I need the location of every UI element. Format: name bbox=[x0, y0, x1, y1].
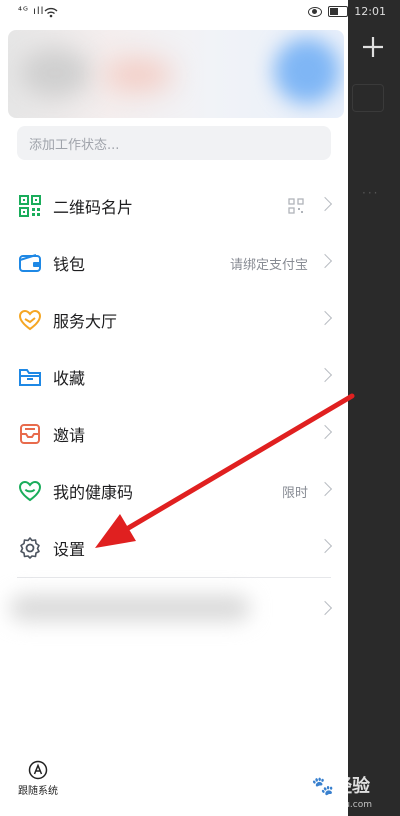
wifi-icon bbox=[44, 7, 58, 18]
divider bbox=[17, 577, 331, 578]
gear-icon bbox=[20, 537, 40, 559]
chevron-right-icon bbox=[317, 600, 333, 616]
more-icon: ··· bbox=[362, 186, 380, 200]
eye-comfort-icon bbox=[308, 6, 323, 17]
qr-code-icon bbox=[19, 195, 41, 217]
dimmed-element bbox=[352, 84, 384, 112]
wallet-icon bbox=[19, 254, 41, 272]
status-bar: ⁴ᴳ ıll 12:01 bbox=[0, 0, 400, 26]
menu-label: 收藏 bbox=[53, 369, 86, 388]
chevron-right-icon bbox=[317, 196, 333, 212]
service-hall-icon bbox=[18, 309, 42, 331]
menu-item-wallet[interactable]: 钱包 请绑定支付宝 bbox=[0, 241, 348, 285]
avatar[interactable] bbox=[274, 38, 340, 104]
chevron-right-icon bbox=[317, 538, 333, 554]
chevron-right-icon bbox=[317, 310, 333, 326]
qr-small-icon bbox=[288, 198, 304, 214]
menu-item-settings[interactable]: 设置 bbox=[0, 526, 348, 570]
menu-item-qr-card[interactable]: 二维码名片 bbox=[0, 184, 348, 228]
menu-label: 二维码名片 bbox=[53, 198, 134, 217]
invite-icon bbox=[20, 424, 40, 444]
menu-label: 钱包 bbox=[53, 255, 86, 274]
battery-icon bbox=[328, 6, 349, 17]
profile-card[interactable] bbox=[8, 30, 344, 118]
menu-item-service-hall[interactable]: 服务大厅 bbox=[0, 298, 348, 342]
theme-toggle[interactable]: 跟随系统 bbox=[14, 760, 74, 800]
theme-auto-icon bbox=[28, 760, 48, 780]
chevron-right-icon bbox=[317, 253, 333, 269]
side-drawer: 添加工作状态... 二维码名片 钱包 请绑定支付宝 服务大厅 收藏 邀请 我的健… bbox=[0, 0, 348, 816]
theme-label: 跟随系统 bbox=[18, 786, 58, 797]
menu-item-favorites[interactable]: 收藏 bbox=[0, 355, 348, 399]
blurred-account-row[interactable] bbox=[0, 585, 348, 631]
health-code-badge: 限时 bbox=[281, 485, 308, 501]
health-code-icon bbox=[18, 480, 42, 502]
work-status-input[interactable]: 添加工作状态... bbox=[17, 126, 331, 160]
blurred-content bbox=[10, 595, 250, 621]
menu-item-invite[interactable]: 邀请 bbox=[0, 412, 348, 456]
folder-icon bbox=[19, 369, 41, 386]
menu-label: 邀请 bbox=[53, 426, 86, 445]
blurred-detail bbox=[103, 60, 173, 90]
blurred-name bbox=[20, 48, 90, 98]
menu-label: 设置 bbox=[53, 540, 86, 559]
plus-icon bbox=[363, 37, 383, 57]
chevron-right-icon bbox=[317, 481, 333, 497]
baidu-watermark: Bai🐾经验 bbox=[279, 776, 370, 797]
chevron-right-icon bbox=[317, 424, 333, 440]
wallet-hint: 请绑定支付宝 bbox=[229, 257, 308, 273]
baidu-watermark-url: jingyan.baidu.com bbox=[288, 800, 372, 810]
signal-indicator: ⁴ᴳ ıll bbox=[18, 6, 45, 17]
menu-label: 服务大厅 bbox=[53, 312, 118, 331]
clock: 12:01 bbox=[354, 5, 386, 18]
menu-label: 我的健康码 bbox=[53, 483, 134, 502]
chevron-right-icon bbox=[317, 367, 333, 383]
menu-item-health-code[interactable]: 我的健康码 限时 bbox=[0, 469, 348, 513]
dimmed-background[interactable]: ··· bbox=[348, 0, 400, 816]
